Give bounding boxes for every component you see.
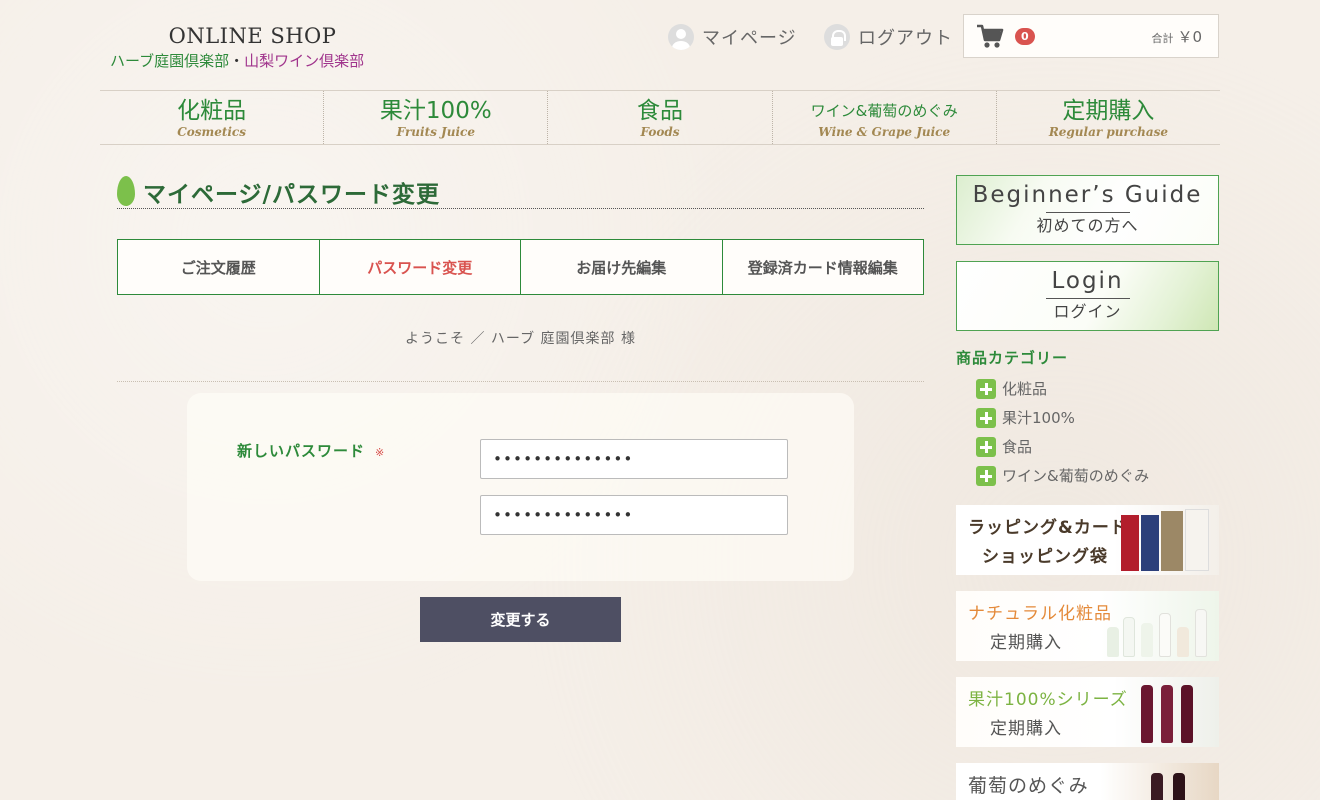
confirm-password-input[interactable] xyxy=(480,495,788,535)
nav-label-en: Regular purchase xyxy=(1048,125,1169,139)
nav-label-en: Fruits Juice xyxy=(396,125,475,139)
change-button[interactable]: 変更する xyxy=(420,597,621,642)
nav-label-en: Foods xyxy=(640,125,680,139)
nav-label-jp: 化粧品 xyxy=(177,98,247,124)
nav-regular-purchase[interactable]: 定期購入 Regular purchase xyxy=(995,91,1220,144)
banner-grape-line1: 葡萄のめぐみ xyxy=(968,775,1089,797)
user-icon xyxy=(668,24,694,50)
guide-title-jp: 初めての方へ xyxy=(1036,216,1139,235)
banner-natural-line2: 定期購入 xyxy=(990,633,1062,653)
cart-total-value: ￥0 xyxy=(1177,27,1202,46)
tab-card-edit[interactable]: 登録済カード情報編集 xyxy=(721,240,924,294)
page-title-bar: マイページ/パスワード変更 xyxy=(117,175,924,209)
banner-wrapping-line1: ラッピング&カード xyxy=(968,518,1128,538)
logo-sub-dot: ・ xyxy=(229,52,245,70)
nav-label-jp: ワイン&葡萄のめぐみ xyxy=(810,102,958,120)
logo-title: ONLINE SHOP xyxy=(168,24,337,48)
gift-bags-image xyxy=(1121,509,1211,571)
cart-button[interactable]: 0 合計 ￥0 xyxy=(963,14,1219,58)
lock-icon xyxy=(824,24,850,50)
nav-wine-grape[interactable]: ワイン&葡萄のめぐみ Wine & Grape Juice xyxy=(771,91,996,144)
logo-subtitle: ハーブ庭園倶楽部・山梨ワイン倶楽部 xyxy=(110,50,410,71)
category-label: 果汁100% xyxy=(1002,409,1075,427)
beginners-guide-button[interactable]: Beginner’s Guide 初めての方へ xyxy=(956,175,1219,245)
nav-label-jp: 定期購入 xyxy=(1062,98,1155,124)
cart-total: 合計 ￥0 xyxy=(1151,26,1202,47)
grape-bottles-image xyxy=(1143,771,1203,800)
global-nav: 化粧品 Cosmetics 果汁100% Fruits Juice 食品 Foo… xyxy=(100,90,1220,145)
login-title-jp: ログイン xyxy=(1053,302,1122,321)
category-item-cosmetics[interactable]: 化粧品 xyxy=(956,374,1219,403)
banner-wrapping[interactable]: ラッピング&カード ショッピング袋 xyxy=(956,505,1219,575)
cart-icon xyxy=(976,23,1004,49)
site-logo[interactable]: ONLINE SHOP ハーブ庭園倶楽部・山梨ワイン倶楽部 xyxy=(110,24,410,71)
new-password-input[interactable] xyxy=(480,439,788,479)
nav-cosmetics[interactable]: 化粧品 Cosmetics xyxy=(100,91,323,144)
category-label: 化粧品 xyxy=(1002,380,1048,398)
category-list: 化粧品 果汁100% 食品 ワイン&葡萄のめぐみ xyxy=(956,374,1219,490)
plus-icon xyxy=(976,465,996,486)
cart-count-badge: 0 xyxy=(1015,27,1035,45)
mypage-label: マイページ xyxy=(702,28,797,49)
page-title: マイページ/パスワード変更 xyxy=(143,181,440,208)
nav-label-jp: 食品 xyxy=(637,98,683,124)
logo-sub-herb: ハーブ庭園倶楽部 xyxy=(110,52,230,70)
new-password-label: 新しいパスワード ※ xyxy=(237,440,385,461)
plus-icon xyxy=(976,378,996,399)
divider xyxy=(117,381,924,382)
nav-foods[interactable]: 食品 Foods xyxy=(547,91,771,144)
mypage-tabs: ご注文履歴 パスワード変更 お届け先編集 登録済カード情報編集 xyxy=(117,239,924,295)
logout-link[interactable]: ログアウト xyxy=(824,24,953,50)
login-divider xyxy=(1045,298,1130,299)
new-password-label-text: 新しいパスワード xyxy=(237,442,366,460)
guide-divider xyxy=(1045,212,1130,213)
nav-label-jp: 果汁100% xyxy=(379,98,492,124)
banner-juice-line2: 定期購入 xyxy=(990,719,1062,739)
logout-label: ログアウト xyxy=(858,28,953,49)
banner-natural-cosmetics[interactable]: ナチュラル化粧品 定期購入 xyxy=(956,591,1219,661)
leaf-icon xyxy=(117,175,135,206)
nav-label-en: Cosmetics xyxy=(177,125,246,139)
category-label: ワイン&葡萄のめぐみ xyxy=(1002,467,1150,485)
nav-fruits-juice[interactable]: 果汁100% Fruits Juice xyxy=(323,91,547,144)
juice-bottles-image xyxy=(1135,683,1205,745)
category-label: 食品 xyxy=(1002,438,1033,456)
banner-wrapping-line2: ショッピング袋 xyxy=(982,547,1108,567)
page-wrapper: ONLINE SHOP ハーブ庭園倶楽部・山梨ワイン倶楽部 マイページ ログアウ… xyxy=(100,0,1220,800)
welcome-message: ようこそ ／ ハーブ 庭園倶楽部 様 xyxy=(405,331,636,347)
login-title-en: Login xyxy=(1051,268,1124,294)
cosmetics-bottles-image xyxy=(1103,605,1213,659)
guide-title-en: Beginner’s Guide xyxy=(972,182,1203,208)
nav-label-en: Wine & Grape Juice xyxy=(818,125,951,139)
tab-password-change[interactable]: パスワード変更 xyxy=(318,240,521,294)
tab-order-history[interactable]: ご注文履歴 xyxy=(118,240,319,294)
category-item-foods[interactable]: 食品 xyxy=(956,432,1219,461)
category-item-juice[interactable]: 果汁100% xyxy=(956,403,1219,432)
tab-delivery-edit[interactable]: お届け先編集 xyxy=(520,240,722,294)
cart-total-prefix: 合計 xyxy=(1151,31,1174,45)
banner-grape[interactable]: 葡萄のめぐみ xyxy=(956,763,1219,800)
category-title: 商品カテゴリー xyxy=(956,349,1069,367)
category-item-wine-grape[interactable]: ワイン&葡萄のめぐみ xyxy=(956,461,1219,490)
logo-sub-wine: 山梨ワイン倶楽部 xyxy=(244,52,365,70)
banner-juice-series[interactable]: 果汁100%シリーズ 定期購入 xyxy=(956,677,1219,747)
banner-natural-line1: ナチュラル化粧品 xyxy=(968,604,1112,624)
banner-juice-line1: 果汁100%シリーズ xyxy=(968,690,1128,710)
plus-icon xyxy=(976,436,996,457)
plus-icon xyxy=(976,407,996,428)
login-button[interactable]: Login ログイン xyxy=(956,261,1219,331)
mypage-link[interactable]: マイページ xyxy=(668,24,797,50)
required-mark: ※ xyxy=(375,446,386,459)
password-form: 新しいパスワード ※ xyxy=(187,393,854,581)
sidebar: Beginner’s Guide 初めての方へ Login ログイン 商品カテゴ… xyxy=(956,175,1219,800)
